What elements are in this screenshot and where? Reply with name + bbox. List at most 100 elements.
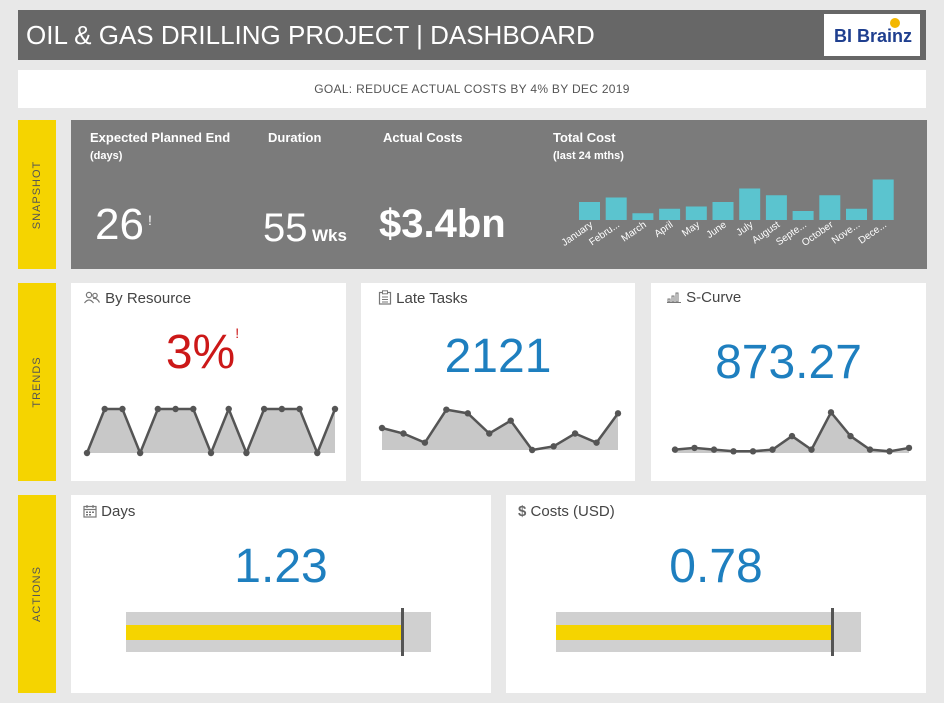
costs-value: 0.78 xyxy=(669,540,763,593)
late-tasks-point xyxy=(400,430,407,437)
late-tasks-title: Late Tasks xyxy=(396,290,468,307)
late-tasks-point xyxy=(614,410,622,417)
s-curve-point xyxy=(905,444,913,452)
duration-block: 55 Wks xyxy=(263,206,347,251)
total-cost-tick-label: March xyxy=(620,219,649,244)
s-curve-card: S-Curve 873.27 xyxy=(651,283,926,481)
by-resource-title: By Resource xyxy=(105,290,192,307)
page-title: OIL & GAS DRILLING PROJECT | DASHBOARD xyxy=(26,20,595,51)
s-curve-header: S-Curve xyxy=(667,289,741,306)
by-resource-value-wrap: 3%! xyxy=(65,325,340,380)
duration-value: 55 xyxy=(263,206,308,250)
s-curve-point xyxy=(866,446,874,453)
late-tasks-sparkline xyxy=(378,406,622,454)
days-bullet-fill xyxy=(126,625,401,640)
total-cost-tick-label: Nove... xyxy=(830,219,862,246)
planned-end-alert-icon: ! xyxy=(148,212,152,228)
by-resource-point xyxy=(260,405,268,413)
total-cost-bar xyxy=(579,202,600,220)
s-curve-point xyxy=(671,446,679,453)
trends-label: TRENDS xyxy=(31,356,43,408)
brand-logo: BI Brainz xyxy=(824,14,920,56)
total-cost-bar xyxy=(765,195,787,220)
total-cost-bar xyxy=(712,202,734,220)
days-card: Days 1.23 xyxy=(71,495,491,693)
late-tasks-point xyxy=(443,406,450,413)
by-resource-header: By Resource xyxy=(83,290,191,307)
dollar-icon: $ xyxy=(518,503,527,520)
total-cost-bar xyxy=(605,197,627,220)
by-resource-point xyxy=(154,405,162,413)
late-tasks-header: Late Tasks xyxy=(378,290,468,307)
actions-label: ACTIONS xyxy=(31,566,43,622)
by-resource-point xyxy=(243,449,250,457)
total-cost-tick-label: June xyxy=(705,219,729,241)
total-cost-tick-label: April xyxy=(653,219,676,239)
by-resource-point xyxy=(314,449,321,457)
snapshot-panel: Expected Planned End (days) 26 ! Duratio… xyxy=(71,120,927,269)
costs-header: $ Costs (USD) xyxy=(518,503,615,520)
by-resource-point xyxy=(101,405,108,413)
by-resource-value: 3% xyxy=(165,326,236,379)
total-cost-bar xyxy=(872,179,894,220)
total-cost-bar xyxy=(659,208,681,220)
header-bar: OIL & GAS DRILLING PROJECT | DASHBOARD B… xyxy=(18,10,926,60)
s-curve-area xyxy=(675,412,909,453)
days-bullet-target xyxy=(400,608,404,656)
total-cost-bar xyxy=(632,213,654,220)
late-tasks-value: 2121 xyxy=(444,330,552,383)
s-curve-point xyxy=(808,446,815,453)
by-resource-point xyxy=(278,405,286,413)
s-curve-value: 873.27 xyxy=(715,336,862,389)
costs-title: Costs (USD) xyxy=(530,503,615,520)
total-cost-tick-label: May xyxy=(680,219,702,239)
actual-costs-value: $3.4bn xyxy=(379,202,506,246)
by-resource-point xyxy=(136,449,144,457)
total-cost-bar xyxy=(685,206,707,220)
snapshot-label: SNAPSHOT xyxy=(31,160,43,229)
total-cost-bar xyxy=(792,211,814,220)
clipboard-icon xyxy=(378,290,392,305)
s-curve-point xyxy=(847,432,854,440)
late-tasks-point xyxy=(571,430,579,437)
late-tasks-point xyxy=(507,417,514,424)
total-cost-chart: JanuaryFebru...March April May June JulyAugu… xyxy=(560,179,894,249)
people-icon xyxy=(84,291,101,304)
by-resource-card: By Resource 3%! xyxy=(71,283,346,481)
total-cost-bar xyxy=(739,188,761,220)
total-cost-bar xyxy=(819,195,841,220)
s-curve-point xyxy=(691,444,698,452)
calendar-icon xyxy=(83,505,97,518)
costs-bullet-fill xyxy=(556,625,834,640)
total-cost-tick-label: Dece... xyxy=(857,219,889,246)
late-tasks-point xyxy=(593,439,600,446)
total-cost-tick-label: Febru... xyxy=(587,219,622,248)
logo-text: BI Brainz xyxy=(834,26,913,46)
s-curve-sparkline xyxy=(671,409,913,455)
s-curve-point xyxy=(710,446,718,453)
late-tasks-area xyxy=(382,409,618,450)
goal-banner: GOAL: REDUCE ACTUAL COSTS BY 4% BY DEC 2… xyxy=(18,70,926,108)
planned-end-sub: (days) xyxy=(90,150,123,162)
s-curve-point xyxy=(769,446,776,453)
total-cost-label: Total Cost xyxy=(553,130,616,145)
by-resource-point xyxy=(331,405,339,413)
late-tasks-point xyxy=(464,410,472,417)
by-resource-alert-icon: ! xyxy=(235,325,240,341)
by-resource-point xyxy=(172,405,179,413)
page-title-main: OIL & GAS DRILLING PROJECT | xyxy=(26,20,431,50)
goal-text: GOAL: REDUCE ACTUAL COSTS BY 4% BY DEC 2… xyxy=(314,82,630,96)
late-tasks-point xyxy=(486,430,493,437)
by-resource-point xyxy=(119,405,126,413)
duration-unit: Wks xyxy=(311,226,347,245)
late-tasks-point xyxy=(550,443,557,450)
costs-bullet-target xyxy=(830,608,834,656)
days-title: Days xyxy=(101,503,136,520)
total-cost-sub: (last 24 mths) xyxy=(553,150,624,162)
planned-end-value: 26 xyxy=(95,200,144,249)
by-resource-point xyxy=(225,405,232,413)
section-label-trends: TRENDS xyxy=(18,283,56,481)
page-title-emphasis: DASHBOARD xyxy=(430,20,595,50)
planned-end-label: Expected Planned End xyxy=(90,130,231,145)
late-tasks-point xyxy=(421,439,429,446)
